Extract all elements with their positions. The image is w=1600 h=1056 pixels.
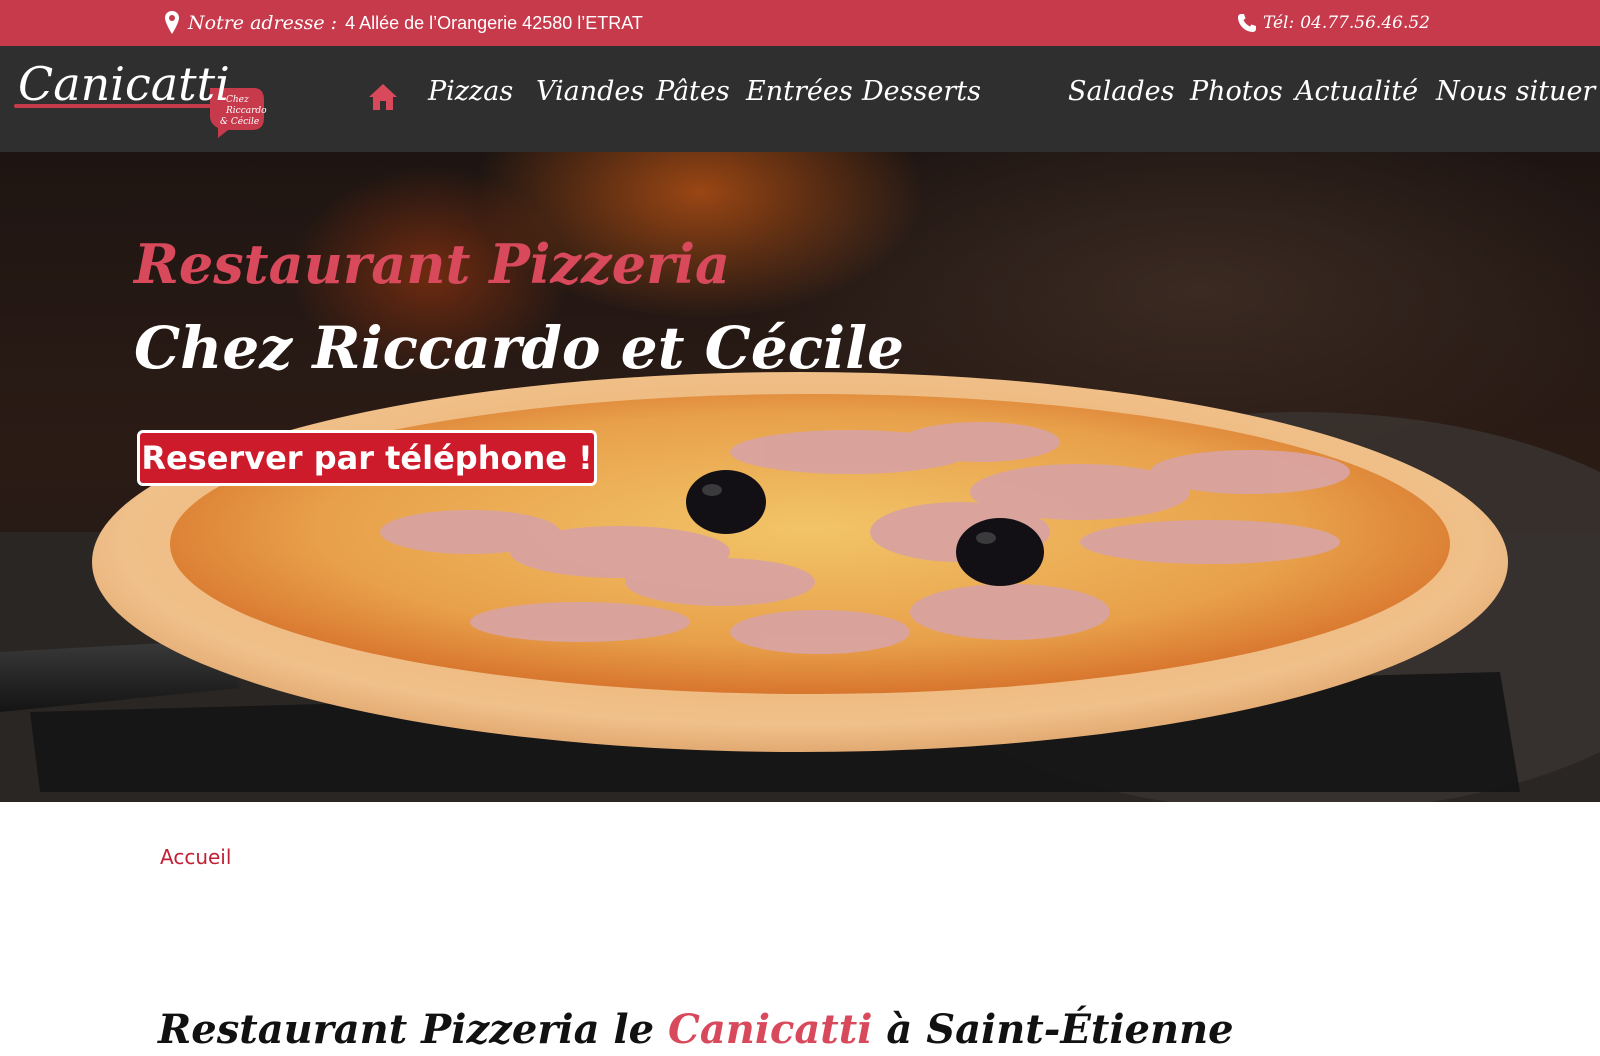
top-info-bar: Notre adresse : 4 Allée de l’Orangerie 4… [0,0,1600,46]
main-navigation: Canicatti Chez Riccardo & Cécile Pizzas … [0,46,1600,152]
nav-item-desserts[interactable]: Desserts [862,76,981,107]
phone-label: Tél: [1262,13,1295,33]
nav-item-pizzas[interactable]: Pizzas [428,76,513,107]
reserve-by-phone-button[interactable]: Reserver par téléphone ! [137,430,597,486]
page-title-suffix: à Saint-Étienne [872,1006,1234,1053]
nav-item-actualite[interactable]: Actualité [1295,76,1418,107]
nav-item-nous-situer[interactable]: Nous situer [1436,76,1595,107]
map-pin-icon [165,11,179,34]
hero-banner: Restaurant Pizzeria Chez Riccardo et Céc… [0,152,1600,802]
hero-title-line1: Restaurant Pizzeria [134,232,731,296]
page-title: Restaurant Pizzeria le Canicatti à Saint… [158,1006,1234,1053]
hero-title-line2: Chez Riccardo et Cécile [134,314,905,382]
phone-icon [1237,14,1256,32]
breadcrumb-home[interactable]: Accueil [160,845,231,869]
home-icon[interactable] [368,82,398,112]
page-title-accent: Canicatti [668,1006,873,1053]
address-label: Notre adresse : [188,12,338,34]
nav-item-pates[interactable]: Pâtes [656,76,730,107]
phone-number-link[interactable]: 04.77.56.46.52 [1300,13,1430,33]
nav-menu: Pizzas Viandes Pâtes Entrées Desserts Sa… [0,46,1600,152]
page-title-prefix: Restaurant Pizzeria le [158,1006,668,1053]
nav-item-entrees[interactable]: Entrées [746,76,853,107]
address-block: Notre adresse : 4 Allée de l’Orangerie 4… [164,0,643,46]
nav-item-photos[interactable]: Photos [1190,76,1283,107]
nav-item-viandes[interactable]: Viandes [536,76,644,107]
nav-item-salades[interactable]: Salades [1068,76,1174,107]
phone-block[interactable]: Tél: 04.77.56.46.52 [1237,0,1430,46]
address-value: 4 Allée de l’Orangerie 42580 l’ETRAT [345,12,643,33]
